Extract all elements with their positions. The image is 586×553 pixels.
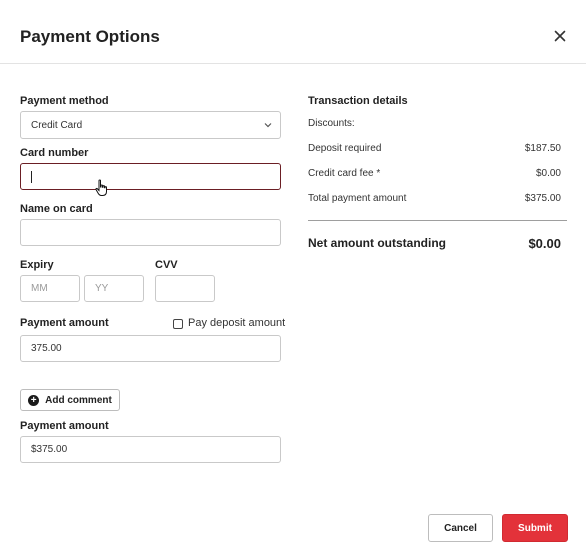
pay-deposit-checkbox[interactable]	[173, 319, 183, 329]
pay-deposit-label: Pay deposit amount	[188, 317, 286, 329]
payment-amount-value: 375.00	[31, 343, 62, 354]
name-on-card-input[interactable]	[20, 219, 281, 246]
payment-method-label: Payment method	[20, 95, 109, 107]
deposit-required-value: $187.50	[524, 143, 561, 154]
payment-amount-value-2: $375.00	[31, 444, 68, 455]
plus-circle-icon: +	[28, 394, 40, 406]
net-amount-value: $0.00	[528, 236, 561, 251]
discounts-row: Discounts:	[308, 118, 561, 129]
credit-card-fee-row: Credit card fee * $0.00	[308, 168, 561, 179]
payment-amount-label-2: Payment amount	[20, 420, 109, 432]
deposit-required-row: Deposit required $187.50	[308, 143, 561, 154]
text-caret	[31, 170, 32, 183]
expiry-month-input[interactable]: MM	[20, 275, 80, 302]
total-payment-row: Total payment amount $375.00	[308, 193, 561, 204]
name-on-card-label: Name on card	[20, 203, 93, 215]
credit-card-fee-label: Credit card fee *	[308, 168, 381, 179]
deposit-required-label: Deposit required	[308, 143, 382, 154]
dialog-title: Payment Options	[20, 27, 160, 46]
cvv-input[interactable]	[155, 275, 215, 302]
payment-amount-input-2[interactable]: $375.00	[20, 436, 281, 463]
payment-amount-input[interactable]: 375.00	[20, 335, 281, 362]
close-icon[interactable]	[552, 28, 568, 44]
total-payment-value: $375.00	[524, 193, 561, 204]
payment-method-select[interactable]: Credit Card	[20, 111, 281, 139]
submit-button[interactable]: Submit	[502, 514, 568, 542]
transaction-details-title: Transaction details	[308, 95, 408, 107]
payment-method-value: Credit Card	[31, 119, 83, 131]
expiry-year-placeholder: YY	[95, 283, 109, 294]
cvv-label: CVV	[155, 259, 178, 271]
cancel-button[interactable]: Cancel	[428, 514, 493, 542]
payment-options-dialog: Payment Options Payment method Credit Ca…	[0, 0, 586, 553]
net-amount-label: Net amount outstanding	[308, 236, 446, 250]
expiry-label: Expiry	[20, 259, 54, 271]
add-comment-button[interactable]: + Add comment	[20, 389, 120, 411]
credit-card-fee-value: $0.00	[535, 168, 561, 179]
dialog-header: Payment Options	[0, 0, 586, 64]
expiry-year-input[interactable]: YY	[84, 275, 144, 302]
add-comment-label: Add comment	[45, 394, 112, 406]
payment-amount-label: Payment amount	[20, 317, 109, 329]
chevron-down-icon	[264, 123, 272, 128]
discounts-label: Discounts:	[308, 118, 355, 129]
divider	[308, 220, 567, 221]
card-number-input[interactable]	[20, 163, 281, 190]
total-payment-label: Total payment amount	[308, 193, 407, 204]
expiry-month-placeholder: MM	[31, 283, 48, 294]
hand-pointer-icon	[95, 179, 107, 196]
card-number-label: Card number	[20, 147, 89, 159]
net-amount-row: Net amount outstanding $0.00	[308, 236, 561, 251]
